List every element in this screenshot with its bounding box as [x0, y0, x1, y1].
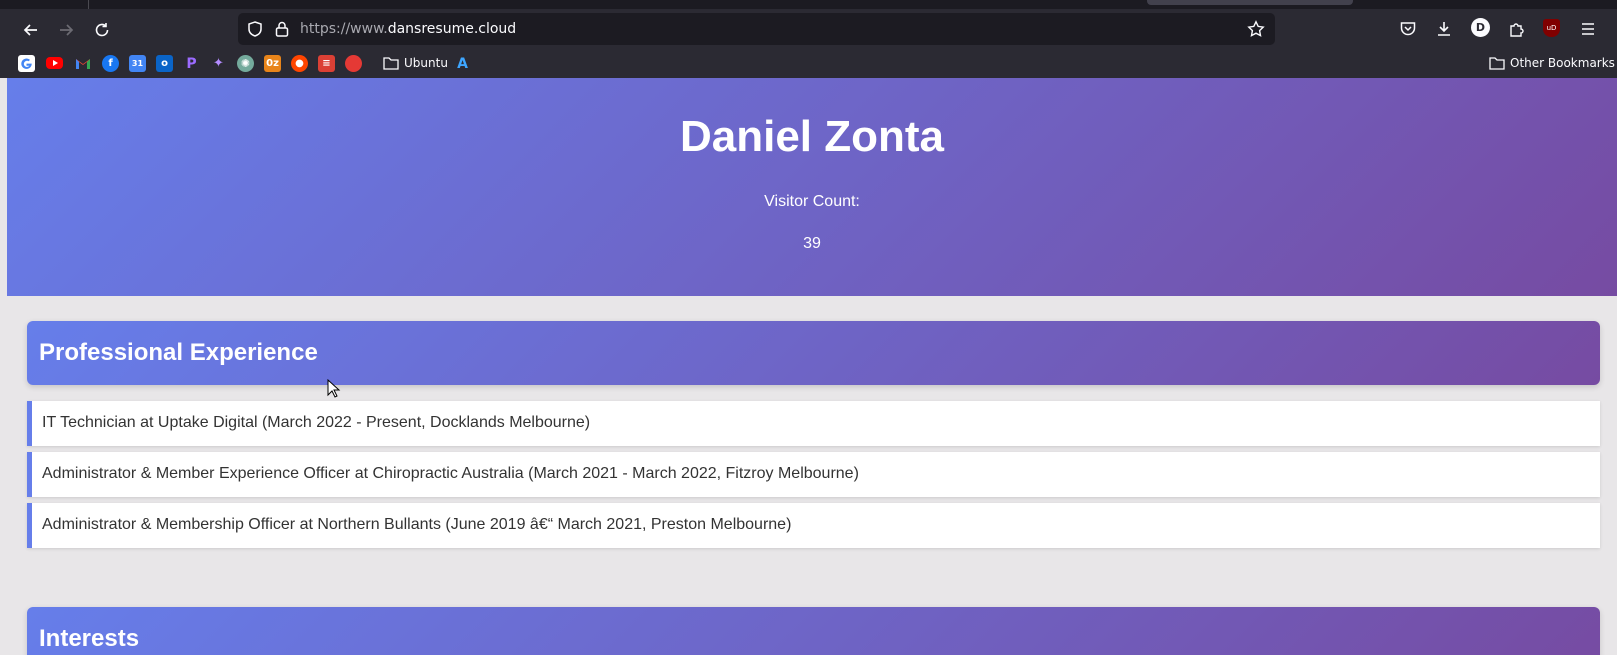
header-banner: Daniel Zonta Visitor Count: 39 — [7, 78, 1617, 296]
visitor-count-label: Visitor Count: — [764, 193, 860, 210]
folder-icon — [1489, 57, 1505, 70]
azure-bookmark-icon[interactable]: A — [454, 55, 471, 72]
experience-item: Administrator & Membership Officer at No… — [27, 503, 1600, 548]
url-text[interactable]: https://www.dansresume.cloud — [300, 21, 516, 37]
hamburger-menu-icon — [1582, 23, 1594, 35]
google-bookmark-icon[interactable] — [18, 55, 35, 72]
youtube-bookmark-icon[interactable] — [46, 57, 63, 69]
section-title: Interests — [39, 625, 140, 652]
oz-bookmark-icon[interactable]: 0z — [264, 55, 281, 72]
reload-button[interactable] — [88, 17, 116, 43]
back-arrow-icon — [23, 24, 37, 36]
pocket-button[interactable] — [1397, 18, 1419, 40]
gmail-bookmark-icon[interactable] — [74, 55, 91, 72]
lock-icon[interactable] — [273, 20, 291, 38]
folder-icon — [383, 57, 399, 70]
page-title: Daniel Zonta — [679, 112, 945, 161]
experience-item: Administrator & Member Experience Office… — [27, 452, 1600, 497]
menu-button[interactable] — [1577, 18, 1599, 40]
download-icon — [1438, 22, 1450, 36]
address-bar[interactable]: https://www.dansresume.cloud — [238, 13, 1275, 45]
active-tab-edge[interactable] — [1147, 0, 1353, 5]
experience-item: IT Technician at Uptake Digital (March 2… — [27, 401, 1600, 446]
back-button[interactable] — [17, 17, 45, 43]
experience-item-text: Administrator & Membership Officer at No… — [42, 516, 792, 533]
url-prefix: https://www. — [300, 21, 388, 37]
extensions-button[interactable] — [1506, 18, 1528, 40]
todoist-bookmark-icon[interactable]: ≡ — [318, 55, 335, 72]
experience-item-text: Administrator & Member Experience Office… — [42, 465, 859, 482]
reload-icon — [95, 23, 109, 37]
proton-bookmark-icon[interactable]: P — [183, 55, 200, 72]
ublock-origin-icon[interactable]: uD — [1543, 19, 1560, 37]
downloads-button[interactable] — [1433, 18, 1455, 40]
pocket-icon — [1400, 22, 1416, 36]
bookmarks-toolbar: f 31 o P ✦ ✺ 0z ● ≡ Ubuntu A Other Bookm… — [0, 52, 1617, 78]
bookmark-star-icon[interactable] — [1247, 20, 1265, 38]
profile-avatar[interactable]: D — [1471, 18, 1490, 37]
reddit-bookmark-icon[interactable]: ● — [291, 55, 308, 72]
forward-button[interactable] — [52, 17, 80, 43]
experience-section-header: Professional Experience — [27, 321, 1600, 385]
outlook-bookmark-icon[interactable]: o — [156, 55, 173, 72]
tomato-timer-bookmark-icon[interactable] — [345, 55, 362, 72]
tracking-protection-shield-icon[interactable] — [246, 20, 264, 38]
interests-section-header: Interests — [27, 607, 1600, 655]
bookmark-folder-label: Ubuntu — [404, 56, 448, 70]
mouse-cursor-icon — [327, 379, 341, 398]
visitor-count-value: 39 — [803, 235, 821, 252]
forward-arrow-icon — [60, 24, 74, 36]
tab-divider — [88, 0, 89, 9]
bookmark-folder-ubuntu[interactable]: Ubuntu — [383, 56, 448, 70]
section-title: Professional Experience — [39, 339, 318, 366]
resume-page: Daniel Zonta Visitor Count: 39 Professio… — [7, 78, 1617, 655]
other-bookmarks-label: Other Bookmarks — [1510, 56, 1615, 70]
purple-app-bookmark-icon[interactable]: ✦ — [210, 55, 227, 72]
other-bookmarks-folder[interactable]: Other Bookmarks — [1489, 56, 1615, 70]
experience-item-text: IT Technician at Uptake Digital (March 2… — [42, 414, 591, 431]
url-domain: dansresume.cloud — [387, 21, 517, 37]
tab-strip — [0, 0, 1617, 9]
browser-toolbar: https://www.dansresume.cloud D uD f 31 o… — [0, 0, 1617, 78]
puzzle-icon — [1510, 23, 1524, 37]
chatgpt-bookmark-icon[interactable]: ✺ — [237, 55, 254, 72]
google-calendar-bookmark-icon[interactable]: 31 — [129, 55, 146, 72]
facebook-bookmark-icon[interactable]: f — [102, 55, 119, 72]
